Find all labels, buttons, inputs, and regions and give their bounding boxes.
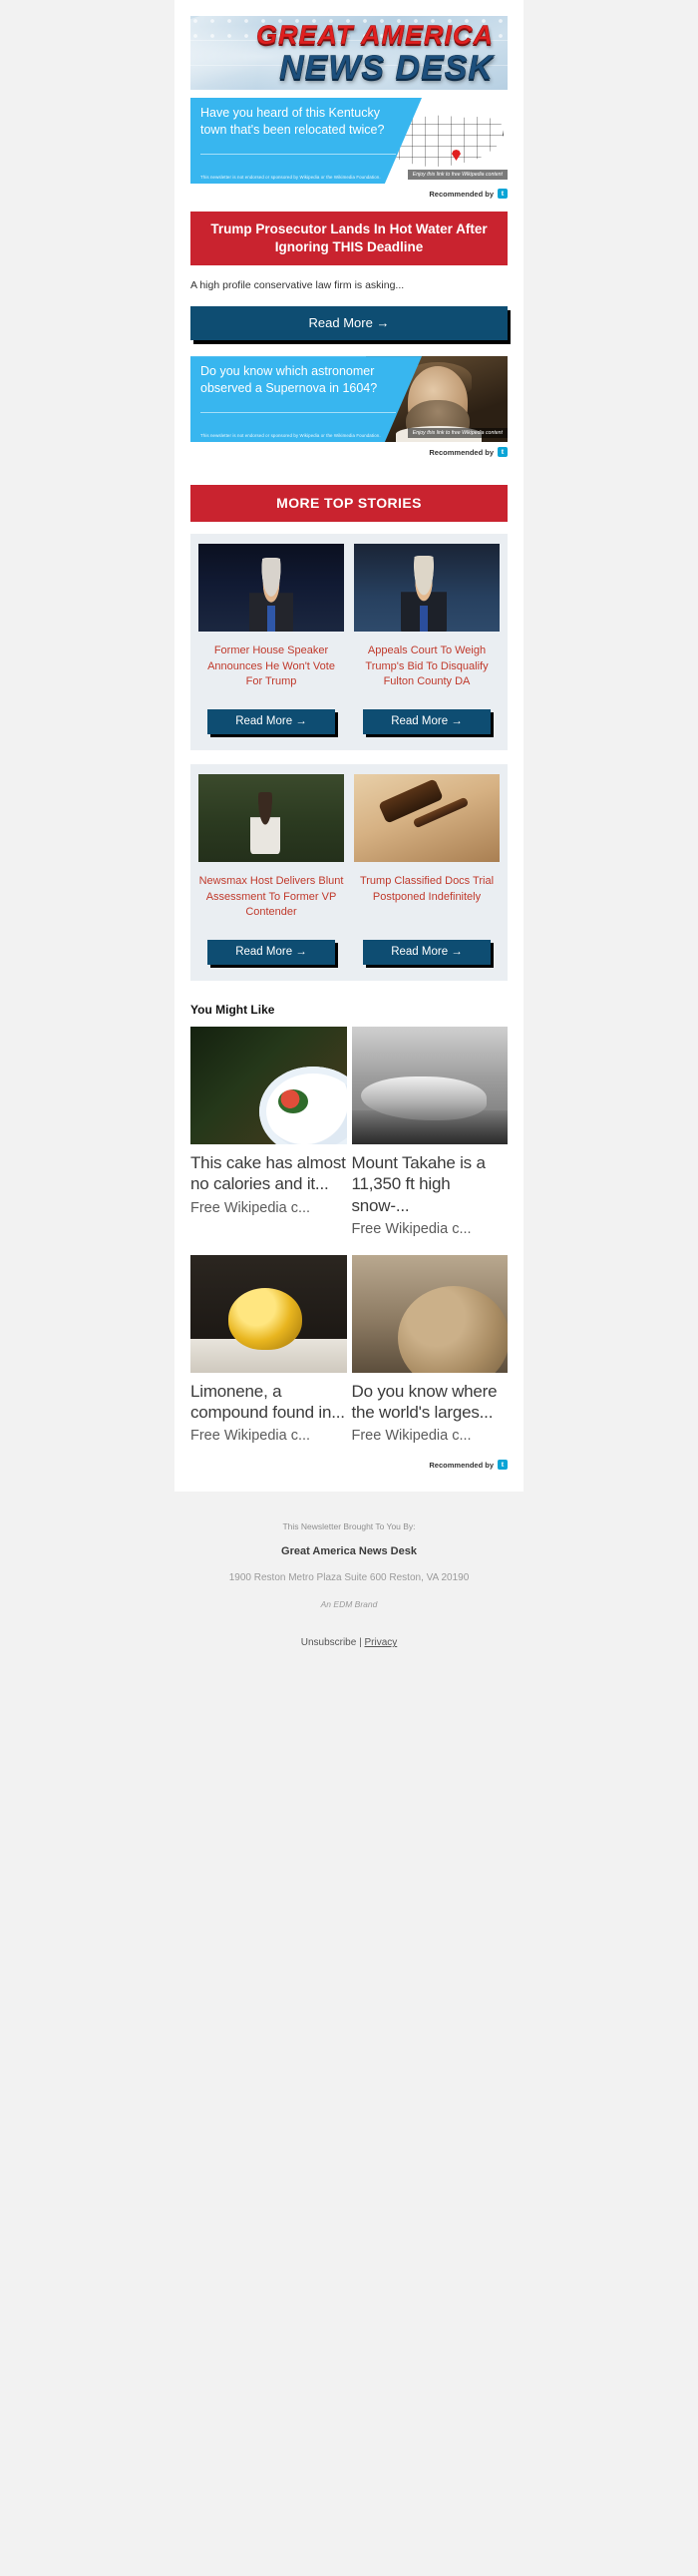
trump-speaking-image	[354, 544, 500, 633]
trump-podium-image	[198, 544, 344, 633]
card-title[interactable]: Limonene, a compound found in...	[190, 1381, 347, 1424]
recommended-by-row: Recommended by t	[190, 189, 508, 199]
masthead-text: GREAT AMERICA NEWS DESK	[256, 19, 508, 87]
card-source: Free Wikipedia c...	[351, 1220, 472, 1237]
limonene-liquid-image	[190, 1254, 347, 1373]
card-title[interactable]: Do you know where the world's larges...	[352, 1381, 509, 1424]
card-source: Free Wikipedia c...	[190, 1428, 311, 1445]
card-thumbnail[interactable]	[190, 1027, 347, 1145]
email-body: GREAT AMERICA NEWS DESK Have you heard o…	[174, 0, 524, 1493]
unsubscribe-link[interactable]: Unsubscribe	[301, 1637, 357, 1648]
recommendation-card[interactable]: This cake has almost no calories and it.…	[190, 1027, 347, 1237]
recommended-by-label: Recommended by	[429, 447, 494, 457]
privacy-link[interactable]: Privacy	[364, 1637, 397, 1648]
recommended-by-row: Recommended by t	[190, 447, 508, 458]
email-page: GREAT AMERICA NEWS DESK Have you heard o…	[0, 0, 698, 2576]
masthead-container: GREAT AMERICA NEWS DESK	[190, 16, 508, 90]
recommended-by-label: Recommended by	[429, 1460, 494, 1470]
ad-headline: Have you heard of this Kentucky town tha…	[200, 106, 385, 137]
recommendation-card[interactable]: Mount Takahe is a 11,350 ft high snow-..…	[351, 1027, 509, 1237]
you-might-like-row-2: Limonene, a compound found in... Free Wi…	[190, 1254, 509, 1445]
judge-gavel-image	[354, 774, 500, 863]
story-card[interactable]: Appeals Court To Weigh Trump's Bid To Di…	[354, 544, 500, 735]
footer-edm-brand: An EDM Brand	[320, 1599, 378, 1610]
you-might-like-row-1: This cake has almost no calories and it.…	[190, 1027, 508, 1237]
story-read-more-button[interactable]: Read More →	[363, 940, 491, 966]
card-title[interactable]: Mount Takahe is a 11,350 ft high snow-..…	[352, 1152, 509, 1216]
footer-links: Unsubscribe | Privacy	[0, 1637, 698, 1648]
wikipedia-ad-astronomer[interactable]: Do you know which astronomer observed a …	[190, 356, 508, 458]
story-thumbnail[interactable]	[354, 544, 500, 633]
story-read-more-button[interactable]: Read More →	[207, 940, 335, 966]
card-thumbnail[interactable]	[351, 1254, 508, 1373]
footer-brand: Great America News Desk	[281, 1545, 417, 1558]
story-thumbnail[interactable]	[198, 774, 344, 863]
taboola-logo-icon[interactable]: t	[498, 189, 508, 199]
lead-read-more-button[interactable]: Read More →	[190, 306, 508, 341]
lead-story-teaser: A high profile conservative law firm is …	[190, 279, 405, 292]
story-thumbnail[interactable]	[198, 544, 344, 633]
ad-cta-label[interactable]: Enjoy this link to free Wikipedia conten…	[407, 428, 508, 439]
mount-takahe-image	[351, 1027, 508, 1145]
card-title[interactable]: This cake has almost no calories and it.…	[190, 1152, 347, 1195]
story-title[interactable]: Newsmax Host Delivers Blunt Assessment T…	[198, 874, 344, 936]
recommended-by-label: Recommended by	[429, 189, 494, 199]
footer-brought-by: This Newsletter Brought To You By:	[282, 1521, 416, 1532]
story-card[interactable]: Trump Classified Docs Trial Postponed In…	[354, 774, 500, 966]
story-thumbnail[interactable]	[354, 774, 500, 863]
recommendation-card[interactable]: Do you know where the world's larges... …	[351, 1254, 509, 1445]
ad-divider	[200, 412, 396, 414]
email-footer: This Newsletter Brought To You By: Great…	[0, 1492, 698, 1674]
story-card[interactable]: Newsmax Host Delivers Blunt Assessment T…	[198, 774, 344, 966]
card-thumbnail[interactable]	[351, 1027, 508, 1145]
ad-divider	[200, 154, 396, 155]
ad-cta-label[interactable]: Enjoy this link to free Wikipedia conten…	[407, 170, 508, 180]
recommended-by-row-bottom: Recommended by t	[190, 1460, 508, 1471]
lead-story: Trump Prosecutor Lands In Hot Water Afte…	[190, 212, 508, 341]
story-card[interactable]: Former House Speaker Announces He Won't …	[198, 544, 344, 735]
story-read-more-button[interactable]: Read More →	[207, 709, 335, 735]
story-title[interactable]: Former House Speaker Announces He Won't …	[198, 644, 344, 705]
taboola-logo-icon[interactable]: t	[498, 1460, 508, 1471]
masthead-line-1: GREAT AMERICA	[256, 19, 494, 50]
story-title[interactable]: Trump Classified Docs Trial Postponed In…	[354, 874, 500, 936]
large-sphere-image	[351, 1254, 508, 1373]
footer-address: 1900 Reston Metro Plaza Suite 600 Reston…	[228, 1572, 470, 1584]
story-read-more-button[interactable]: Read More →	[363, 709, 491, 735]
card-source: Free Wikipedia c...	[190, 1199, 311, 1216]
stories-row-2: Newsmax Host Delivers Blunt Assessment T…	[190, 764, 508, 982]
woman-outdoors-image	[198, 774, 344, 863]
recommendation-card[interactable]: Limonene, a compound found in... Free Wi…	[190, 1254, 347, 1445]
you-might-like-title: You Might Like	[190, 1003, 275, 1018]
card-source: Free Wikipedia c...	[351, 1428, 472, 1445]
wikipedia-ad-kentucky[interactable]: Have you heard of this Kentucky town tha…	[190, 98, 508, 199]
card-thumbnail[interactable]	[190, 1254, 347, 1373]
stories-row-1: Former House Speaker Announces He Won't …	[190, 534, 508, 751]
story-title[interactable]: Appeals Court To Weigh Trump's Bid To Di…	[354, 644, 500, 705]
masthead-line-2: NEWS DESK	[279, 48, 494, 87]
masthead-banner: GREAT AMERICA NEWS DESK	[190, 16, 508, 90]
lead-story-headline[interactable]: Trump Prosecutor Lands In Hot Water Afte…	[190, 212, 508, 266]
taboola-logo-icon[interactable]: t	[498, 447, 508, 458]
more-top-stories-header: MORE TOP STORIES	[190, 485, 508, 523]
cake-on-plate-image	[190, 1027, 347, 1145]
ad-headline: Do you know which astronomer observed a …	[200, 364, 378, 395]
